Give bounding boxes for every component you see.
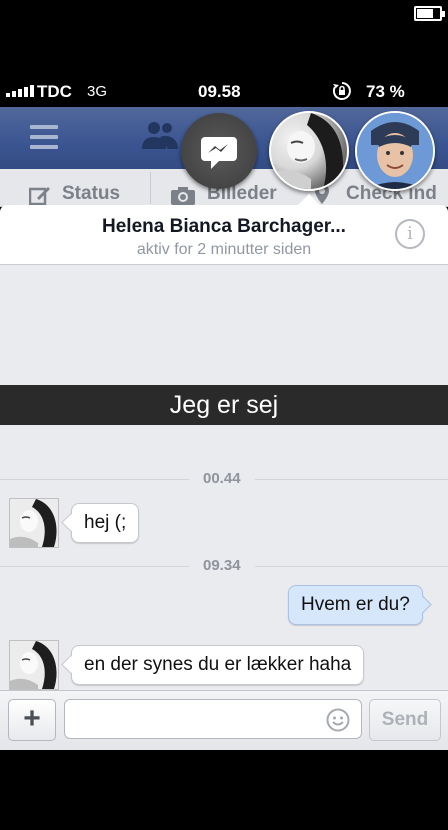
status-bar: TDC 3G 09.58 73 % (0, 78, 448, 106)
info-icon[interactable]: i (395, 219, 425, 249)
subbar-divider (150, 172, 151, 204)
contact-photo (357, 113, 433, 189)
message-text: hej (; (84, 512, 127, 533)
send-button[interactable]: Send (369, 699, 441, 741)
carrier-name: TDC (37, 82, 72, 101)
timestamp: 00.44 (189, 470, 255, 487)
message-input[interactable] (64, 699, 362, 739)
smiley-icon[interactable] (326, 708, 350, 732)
camera-icon (171, 187, 195, 205)
rotation-lock-icon (332, 82, 351, 100)
contact-chathead-2[interactable] (355, 111, 435, 191)
battery-percent: 73 % (366, 82, 405, 101)
menu-icon[interactable] (30, 125, 58, 149)
status-button[interactable]: Status (62, 183, 120, 205)
signal-bars-icon (6, 85, 36, 97)
message-text: Hvem er du? (301, 594, 410, 615)
message-bubble-incoming[interactable]: en der synes du er lækker haha (71, 645, 365, 685)
activity-status: aktiv for 2 minutter siden (136, 241, 312, 258)
messenger-icon (201, 137, 237, 169)
battery-tip (442, 11, 445, 17)
plus-icon[interactable]: + (8, 699, 56, 741)
message-bubble-incoming[interactable]: hej (; (71, 503, 140, 543)
message-bubble-outgoing[interactable]: Hvem er du? (288, 585, 423, 625)
contact-photo (271, 113, 344, 189)
contact-name: Helena Bianca Barchager... (102, 216, 346, 237)
avatar (9, 640, 59, 690)
pencil-icon (29, 187, 50, 206)
contact-chathead-helena[interactable] (269, 111, 349, 191)
network-type: 3G (87, 83, 108, 100)
avatar (9, 498, 59, 548)
message-text: en der synes du er lækker haha (84, 654, 352, 675)
timestamp: 09.34 (189, 557, 255, 574)
friends-icon[interactable] (140, 119, 180, 151)
overlay-caption: Jeg er sej (0, 385, 448, 425)
screen-bottom (0, 750, 448, 830)
clock: 09.58 (198, 82, 241, 101)
battery-icon (414, 6, 442, 21)
messenger-chathead[interactable] (181, 113, 257, 189)
